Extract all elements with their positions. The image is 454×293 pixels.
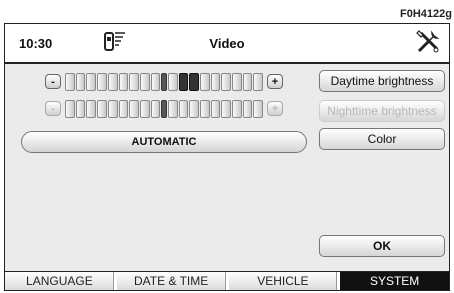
slider-segment <box>75 100 86 118</box>
slider-center-mark <box>161 73 167 91</box>
increase-button[interactable]: + <box>267 74 283 89</box>
slider-segment <box>242 100 253 118</box>
slider-segment <box>189 100 199 118</box>
tab-language[interactable]: LANGUAGE <box>5 272 117 290</box>
video-settings-screen: 10:30 Video - + - + AUTOMATIC Daytime br… <box>4 23 450 291</box>
slider-segment <box>107 100 118 118</box>
decrease-button[interactable]: - <box>45 74 61 89</box>
slider-segment <box>253 100 264 118</box>
slider-segment-active <box>178 73 189 91</box>
figure-code: F0H4122g <box>400 8 452 20</box>
slider-track[interactable] <box>65 73 264 91</box>
slider-segment <box>97 100 107 118</box>
slider-segment <box>118 100 129 118</box>
slider-segment <box>210 100 221 118</box>
slider-segment <box>178 100 189 118</box>
slider-segment <box>242 73 253 91</box>
automatic-button[interactable]: AUTOMATIC <box>21 131 307 153</box>
slider-segment <box>118 73 129 91</box>
slider-segment <box>167 100 178 118</box>
color-button[interactable]: Color <box>319 128 445 150</box>
slider-segment <box>167 73 178 91</box>
header-divider <box>5 62 449 64</box>
increase-button: + <box>267 101 283 116</box>
slider-segment <box>75 73 86 91</box>
tab-date-time[interactable]: DATE & TIME <box>116 272 229 290</box>
ok-button[interactable]: OK <box>319 235 445 257</box>
slider-segment <box>107 73 118 91</box>
slider-segment <box>139 100 150 118</box>
decrease-button: - <box>45 101 61 116</box>
slider-segment-active <box>189 73 199 91</box>
status-bar: 10:30 Video <box>5 24 449 62</box>
slider-segment <box>210 73 221 91</box>
slider-track <box>65 100 264 118</box>
slider-segment <box>129 73 139 91</box>
nighttime-brightness-button: Nighttime brightness <box>319 100 445 122</box>
slider-segment <box>199 73 210 91</box>
slider-segment <box>86 100 97 118</box>
slider-segment <box>65 73 75 91</box>
slider-segment <box>139 73 150 91</box>
slider-segment <box>86 73 97 91</box>
slider-segment <box>65 100 75 118</box>
brightness-slider-disabled: - + <box>45 99 283 119</box>
slider-segment <box>232 73 242 91</box>
slider-segment <box>129 100 139 118</box>
tab-bar: LANGUAGE DATE & TIME VEHICLE SYSTEM <box>5 271 449 290</box>
brightness-slider[interactable]: - + <box>45 72 283 92</box>
slider-segment <box>199 100 210 118</box>
slider-center-mark <box>161 100 167 118</box>
slider-segment <box>150 100 161 118</box>
tools-icon[interactable] <box>415 29 441 60</box>
tab-system[interactable]: SYSTEM <box>340 272 449 290</box>
page-title: Video <box>209 36 245 51</box>
slider-segment <box>97 73 107 91</box>
daytime-brightness-button[interactable]: Daytime brightness <box>319 70 445 92</box>
slider-segment <box>221 73 232 91</box>
slider-segment <box>150 73 161 91</box>
slider-segment <box>221 100 232 118</box>
slider-segment <box>232 100 242 118</box>
tab-vehicle[interactable]: VEHICLE <box>228 272 341 290</box>
slider-segment <box>253 73 264 91</box>
